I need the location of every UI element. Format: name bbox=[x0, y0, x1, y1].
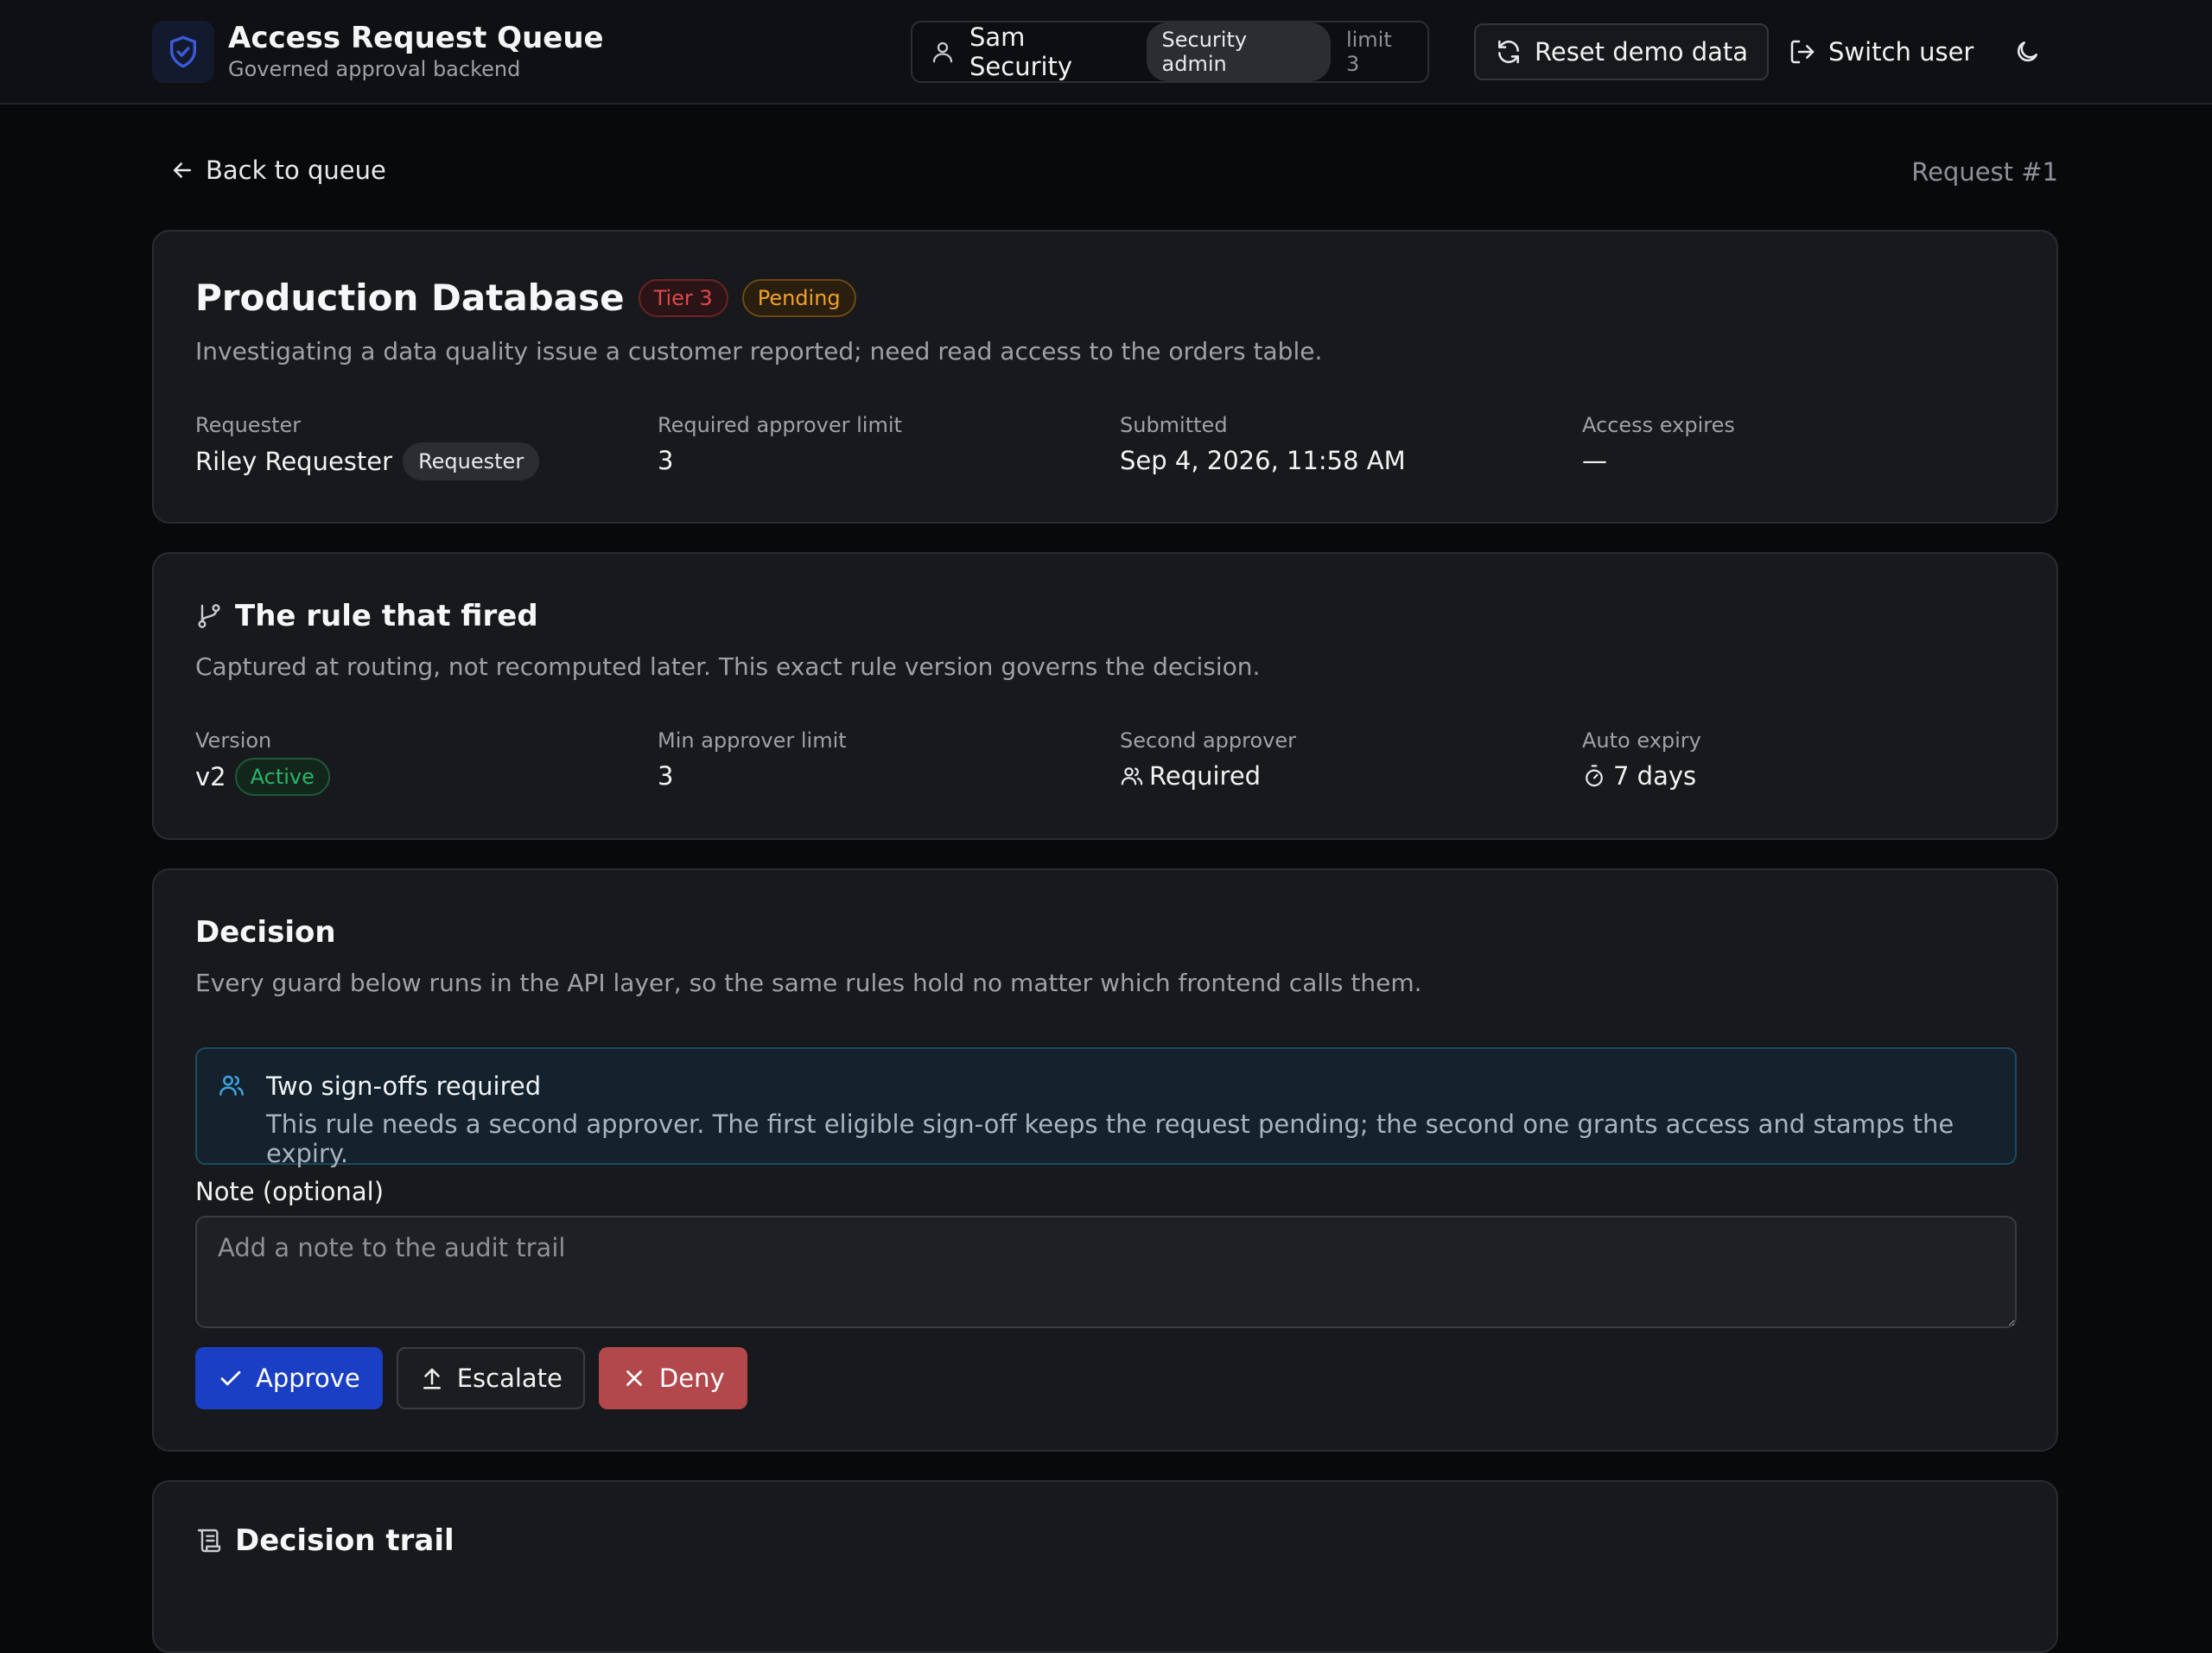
min-limit-field: Min approver limit 3 bbox=[658, 727, 1120, 796]
reset-demo-label: Reset demo data bbox=[1535, 37, 1749, 67]
tier-badge: Tier 3 bbox=[638, 278, 728, 317]
shield-check-icon bbox=[152, 21, 214, 83]
current-user-chip: Sam Security Security admin limit 3 bbox=[911, 21, 1429, 83]
submitted-value: Sep 4, 2026, 11:58 AM bbox=[1120, 446, 1406, 475]
user-name: Sam Security bbox=[969, 22, 1073, 81]
notice-body: This rule needs a second approver. The f… bbox=[266, 1109, 1955, 1168]
brand: Access Request Queue Governed approval b… bbox=[152, 21, 604, 83]
requester-name: Riley Requester bbox=[195, 447, 393, 476]
decision-card: Decision Every guard below runs in the A… bbox=[152, 868, 2058, 1452]
version-field: Version v2 Active bbox=[195, 727, 658, 796]
users-icon bbox=[218, 1071, 245, 1099]
arrow-left-icon bbox=[169, 157, 195, 183]
second-approver-field: Second approver Required bbox=[1120, 727, 1582, 796]
deny-label: Deny bbox=[658, 1364, 725, 1393]
request-id: Request #1 bbox=[1911, 157, 2058, 187]
requester-role-badge: Requester bbox=[403, 442, 540, 480]
min-limit-value: 3 bbox=[658, 761, 674, 791]
auto-expiry-label: Auto expiry bbox=[1582, 728, 1701, 753]
rule-title: The rule that fired bbox=[235, 599, 538, 633]
rule-card: The rule that fired Captured at routing,… bbox=[152, 552, 2058, 840]
two-signoff-notice: Two sign-offs required This rule needs a… bbox=[195, 1047, 2017, 1168]
decision-description: Every guard below runs in the API layer,… bbox=[195, 969, 1422, 997]
status-badge: Pending bbox=[741, 278, 856, 317]
resource-title: Production Database bbox=[195, 277, 625, 319]
auto-expiry-field: Auto expiry 7 days bbox=[1582, 727, 2044, 796]
version-status-badge: Active bbox=[234, 758, 330, 796]
reset-demo-button[interactable]: Reset demo data bbox=[1474, 23, 1770, 80]
request-justification: Investigating a data quality issue a cus… bbox=[195, 337, 1323, 366]
requester-label: Requester bbox=[195, 413, 302, 437]
submitted-field: Submitted Sep 4, 2026, 11:58 AM bbox=[1120, 411, 1582, 480]
access-expires-label: Access expires bbox=[1582, 413, 1735, 437]
requester-field: Requester Riley Requester Requester bbox=[195, 411, 658, 480]
access-expires-field: Access expires — bbox=[1582, 411, 2044, 480]
switch-user-button[interactable]: Switch user bbox=[1789, 23, 1974, 80]
moon-icon bbox=[2013, 38, 2041, 66]
app-subtitle: Governed approval backend bbox=[228, 57, 521, 81]
switch-user-label: Switch user bbox=[1828, 37, 1974, 67]
submitted-label: Submitted bbox=[1120, 413, 1228, 437]
notice-title: Two sign-offs required bbox=[266, 1071, 542, 1101]
users-icon bbox=[1120, 764, 1144, 788]
auto-expiry-value: 7 days bbox=[1613, 761, 1697, 791]
escalate-button[interactable]: Escalate bbox=[396, 1347, 585, 1409]
note-label: Note (optional) bbox=[195, 1177, 385, 1206]
required-limit-value: 3 bbox=[658, 446, 674, 475]
x-icon bbox=[621, 1365, 647, 1391]
version-value: v2 bbox=[195, 762, 226, 792]
decision-trail-title: Decision trail bbox=[235, 1523, 454, 1558]
decision-actions: Approve Escalate Deny bbox=[195, 1347, 761, 1409]
deny-button[interactable]: Deny bbox=[598, 1347, 747, 1409]
user-icon bbox=[930, 39, 956, 65]
version-label: Version bbox=[195, 728, 272, 753]
user-limit: limit 3 bbox=[1345, 28, 1392, 76]
escalate-label: Escalate bbox=[456, 1364, 563, 1393]
app-title: Access Request Queue bbox=[228, 21, 604, 55]
request-summary-card: Production Database Tier 3 Pending Inves… bbox=[152, 230, 2058, 524]
access-expires-value: — bbox=[1582, 446, 1607, 475]
rule-fields: Version v2 Active Min approver limit 3 S… bbox=[195, 727, 2044, 796]
decision-title: Decision bbox=[195, 915, 336, 950]
refresh-icon bbox=[1495, 38, 1522, 66]
timer-icon bbox=[1582, 764, 1606, 788]
back-to-queue-link[interactable]: Back to queue bbox=[169, 156, 386, 185]
arrow-up-icon bbox=[419, 1365, 445, 1391]
scroll-icon bbox=[195, 1527, 223, 1554]
rule-description: Captured at routing, not recomputed late… bbox=[195, 652, 1261, 681]
min-limit-label: Min approver limit bbox=[658, 728, 847, 753]
approve-label: Approve bbox=[256, 1364, 360, 1393]
required-limit-label: Required approver limit bbox=[658, 413, 902, 437]
theme-toggle-button[interactable] bbox=[2013, 23, 2041, 80]
decision-trail-card: Decision trail bbox=[152, 1480, 2058, 1653]
second-approver-value: Required bbox=[1149, 761, 1262, 791]
second-approver-label: Second approver bbox=[1120, 728, 1296, 753]
request-fields: Requester Riley Requester Requester Requ… bbox=[195, 411, 2044, 480]
log-out-icon bbox=[1789, 38, 1816, 66]
required-limit-field: Required approver limit 3 bbox=[658, 411, 1120, 480]
note-textarea[interactable] bbox=[195, 1216, 2017, 1328]
top-bar: Access Request Queue Governed approval b… bbox=[0, 0, 2212, 105]
back-to-queue-label: Back to queue bbox=[206, 156, 386, 185]
user-role-badge: Security admin bbox=[1146, 22, 1331, 81]
approve-button[interactable]: Approve bbox=[195, 1347, 383, 1409]
check-icon bbox=[218, 1365, 244, 1391]
git-branch-icon bbox=[195, 602, 223, 630]
